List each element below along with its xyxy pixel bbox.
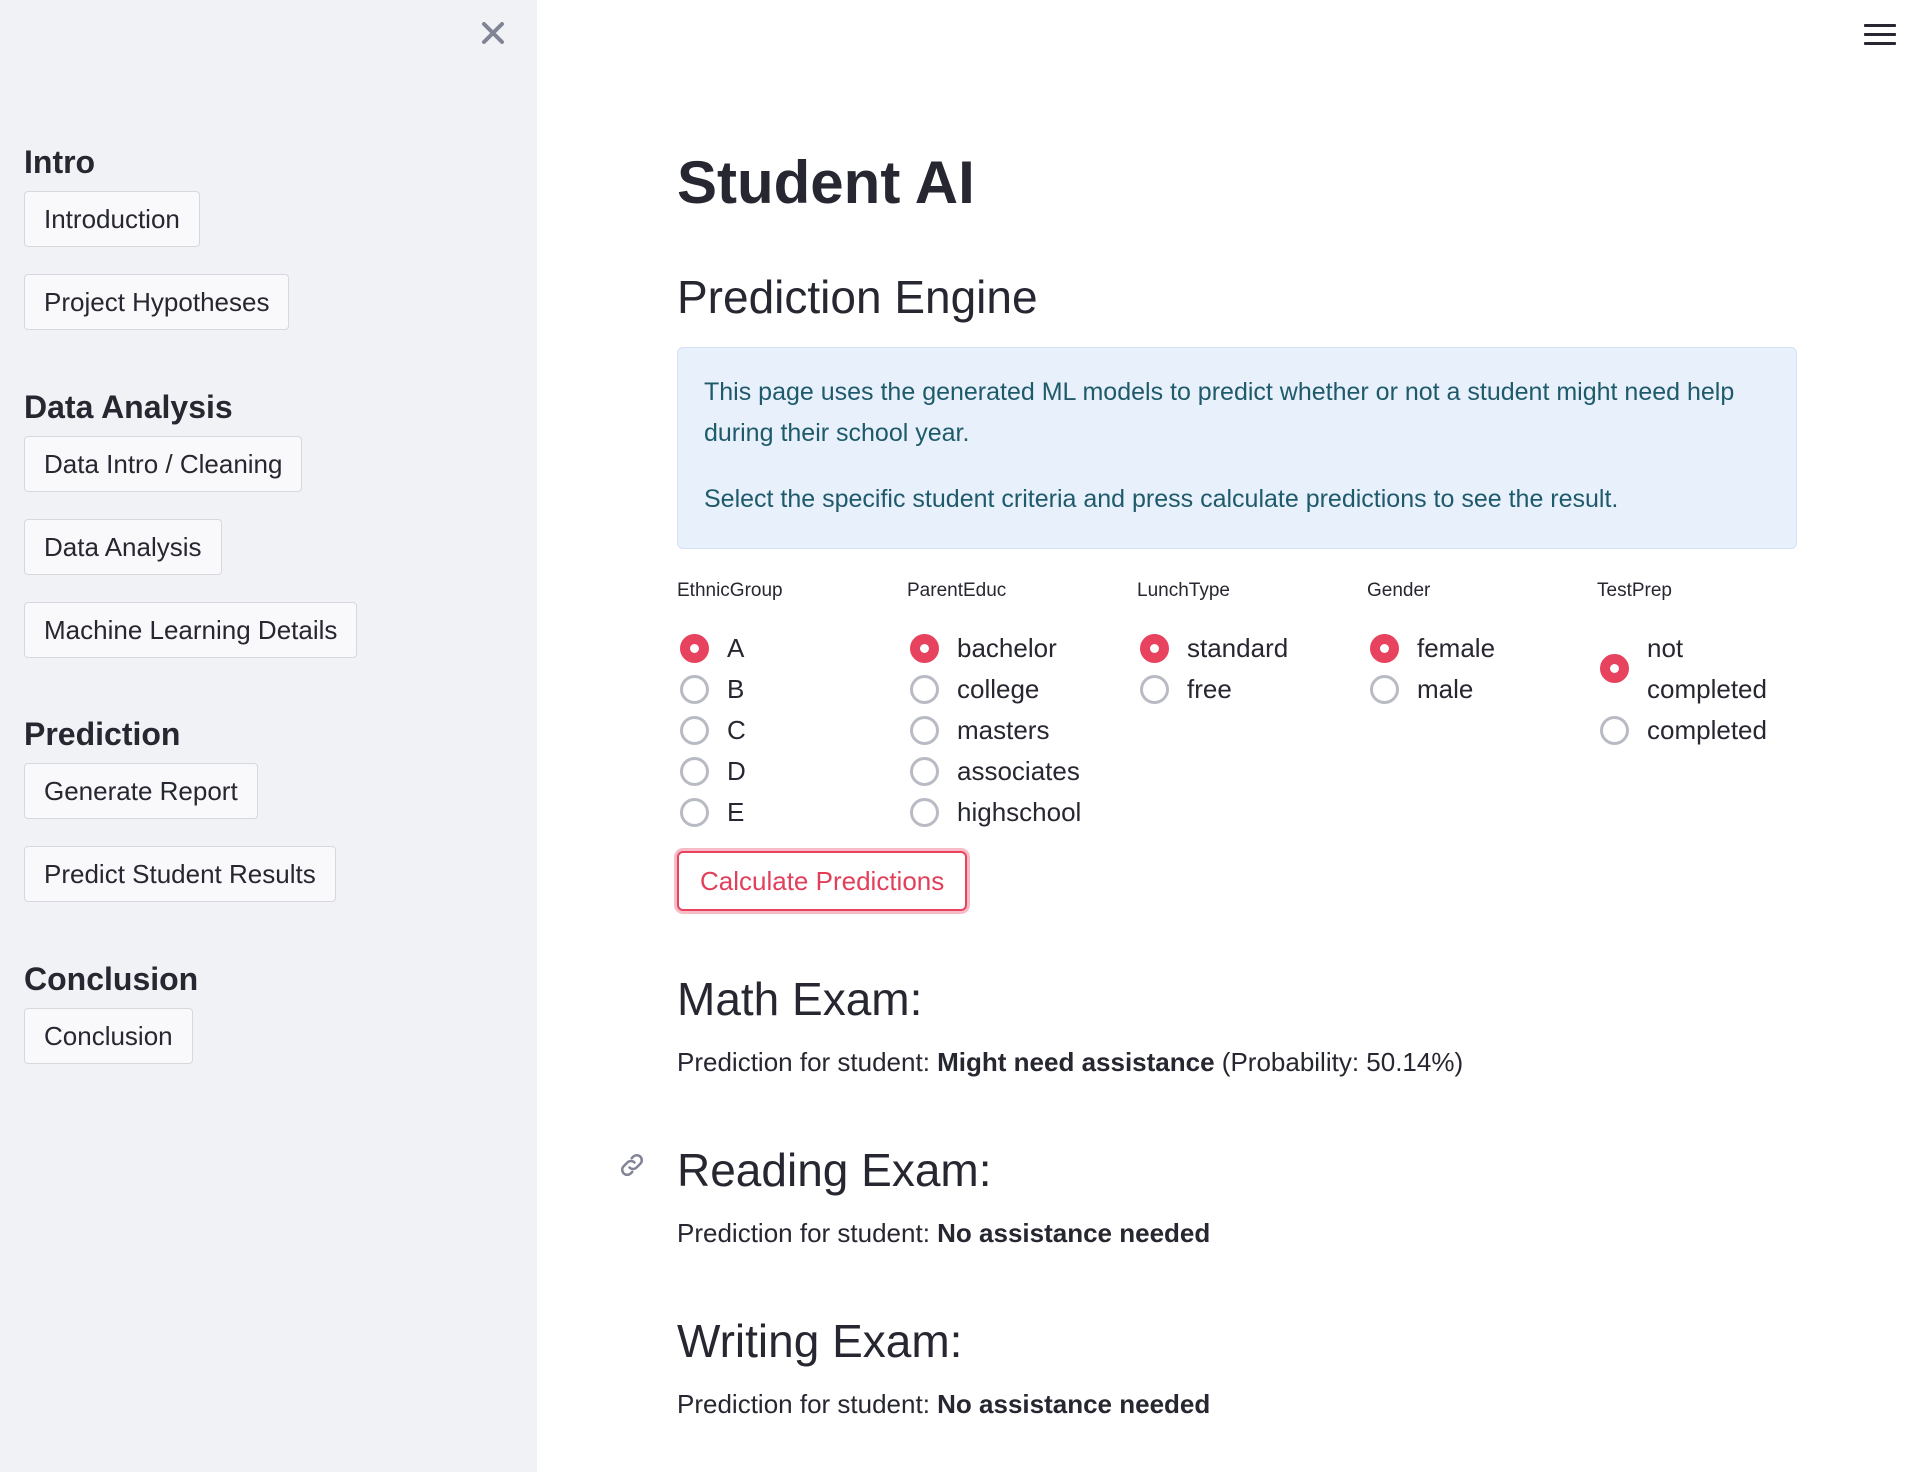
radio-option-label: bachelor	[957, 633, 1057, 663]
radio-option-label: highschool	[957, 797, 1082, 827]
sidebar-item-introduction[interactable]: Introduction	[24, 191, 200, 247]
radio-option-a[interactable]: A	[677, 628, 902, 669]
sidebar-item-predict-student-results[interactable]: Predict Student Results	[24, 846, 336, 902]
page-subtitle: Prediction Engine	[677, 271, 1038, 323]
radio-option-label: not completed	[1647, 633, 1767, 704]
radio-option-label: college	[957, 674, 1040, 704]
radio-option-masters[interactable]: masters	[907, 710, 1132, 751]
prediction-prefix: Prediction for student:	[677, 1218, 938, 1248]
sidebar-heading-data-analysis: Data Analysis	[24, 389, 233, 425]
info-box: This page uses the generated ML models t…	[677, 347, 1797, 549]
radio-checked-icon[interactable]	[910, 634, 939, 663]
prediction-result: No assistance needed	[937, 1389, 1211, 1419]
sidebar-section-intro: Intro Introduction Project Hypotheses	[24, 143, 290, 357]
radio-option-label: E	[727, 797, 745, 827]
radio-option-highschool[interactable]: highschool	[907, 792, 1132, 833]
prediction-prefix: Prediction for student:	[677, 1047, 938, 1077]
hamburger-menu-icon	[1860, 24, 1900, 45]
sidebar-item-data-intro-cleaning[interactable]: Data Intro / Cleaning	[24, 436, 303, 492]
radio-option-standard[interactable]: standard	[1137, 628, 1362, 669]
radio-option-e[interactable]: E	[677, 792, 902, 833]
radio-unchecked-icon[interactable]	[680, 675, 709, 704]
writing-prediction: Prediction for student: No assistance ne…	[677, 1389, 1210, 1420]
info-text-1: This page uses the generated ML models t…	[704, 378, 1735, 447]
radio-option-label: masters	[957, 715, 1050, 745]
writing-exam-heading: Writing Exam:	[677, 1315, 963, 1367]
sidebar-item-machine-learning-details[interactable]: Machine Learning Details	[24, 602, 358, 658]
radio-group-lunchtype: LunchType standard free	[1137, 578, 1362, 710]
radio-option-label: D	[727, 756, 746, 786]
radio-option-label: B	[727, 674, 745, 704]
prediction-probability: (Probability: 50.14%)	[1214, 1047, 1464, 1077]
radio-option-label: female	[1417, 633, 1496, 663]
sidebar-heading-intro: Intro	[24, 144, 96, 180]
calculate-predictions-button[interactable]: Calculate Predictions	[677, 851, 968, 911]
reading-prediction: Prediction for student: No assistance ne…	[677, 1218, 1210, 1249]
radio-option-b[interactable]: B	[677, 669, 902, 710]
radio-group-ethnicgroup: EthnicGroup A B C D E	[677, 578, 902, 833]
radio-option-label: A	[727, 633, 745, 663]
radio-option-label: free	[1187, 674, 1232, 704]
sidebar-heading-prediction: Prediction	[24, 716, 181, 752]
page-title: Student AI	[677, 149, 975, 216]
radio-option-female[interactable]: female	[1367, 628, 1592, 669]
sidebar-item-generate-report[interactable]: Generate Report	[24, 763, 258, 819]
radio-group-gender: Gender female male	[1367, 578, 1592, 710]
radio-unchecked-icon[interactable]	[910, 798, 939, 827]
radio-checked-icon[interactable]	[1600, 654, 1629, 683]
radio-group-label: EthnicGroup	[677, 580, 783, 601]
main-menu-button[interactable]	[1860, 18, 1900, 54]
prediction-result: No assistance needed	[937, 1218, 1211, 1248]
radio-unchecked-icon[interactable]	[910, 757, 939, 786]
radio-option-bachelor[interactable]: bachelor	[907, 628, 1132, 669]
radio-option-completed[interactable]: completed	[1597, 710, 1787, 751]
info-text-2: Select the specific student criteria and…	[704, 485, 1619, 513]
radio-option-label: associates	[957, 756, 1080, 786]
radio-unchecked-icon[interactable]	[910, 716, 939, 745]
radio-unchecked-icon[interactable]	[680, 757, 709, 786]
radio-group-label: TestPrep	[1597, 580, 1672, 601]
radio-option-label: completed	[1647, 715, 1767, 745]
sidebar-section-conclusion: Conclusion Conclusion	[24, 960, 198, 1091]
sidebar-item-data-analysis[interactable]: Data Analysis	[24, 519, 222, 575]
math-prediction: Prediction for student: Might need assis…	[677, 1047, 1463, 1078]
reading-exam-heading: Reading Exam:	[677, 1144, 992, 1196]
sidebar-section-prediction: Prediction Generate Report Predict Stude…	[24, 715, 336, 929]
radio-option-associates[interactable]: associates	[907, 751, 1132, 792]
radio-option-label: male	[1417, 674, 1474, 704]
radio-group-label: LunchType	[1137, 580, 1230, 601]
sidebar-section-data-analysis: Data Analysis Data Intro / Cleaning Data…	[24, 388, 358, 685]
radio-unchecked-icon[interactable]	[910, 675, 939, 704]
radio-unchecked-icon[interactable]	[680, 798, 709, 827]
link-icon[interactable]	[617, 1150, 647, 1180]
sidebar: Intro Introduction Project Hypotheses Da…	[0, 0, 537, 1472]
radio-option-free[interactable]: free	[1137, 669, 1362, 710]
math-exam-heading: Math Exam:	[677, 973, 923, 1025]
radio-option-label: C	[727, 715, 746, 745]
radio-group-label: ParentEduc	[907, 580, 1007, 601]
sidebar-item-conclusion[interactable]: Conclusion	[24, 1008, 193, 1064]
radio-unchecked-icon[interactable]	[1600, 716, 1629, 745]
radio-option-male[interactable]: male	[1367, 669, 1592, 710]
radio-option-c[interactable]: C	[677, 710, 902, 751]
radio-unchecked-icon[interactable]	[680, 716, 709, 745]
radio-group-testprep: TestPrep not completed completed	[1597, 578, 1787, 751]
close-sidebar-button[interactable]	[472, 12, 514, 54]
radio-unchecked-icon[interactable]	[1140, 675, 1169, 704]
radio-checked-icon[interactable]	[1370, 634, 1399, 663]
sidebar-item-project-hypotheses[interactable]: Project Hypotheses	[24, 274, 290, 330]
radio-option-college[interactable]: college	[907, 669, 1132, 710]
prediction-prefix: Prediction for student:	[677, 1389, 938, 1419]
sidebar-heading-conclusion: Conclusion	[24, 961, 199, 997]
close-icon	[482, 22, 504, 44]
radio-option-not-completed[interactable]: not completed	[1597, 628, 1787, 710]
radio-option-label: standard	[1187, 633, 1289, 663]
radio-checked-icon[interactable]	[1140, 634, 1169, 663]
radio-checked-icon[interactable]	[680, 634, 709, 663]
radio-group-label: Gender	[1367, 580, 1431, 601]
prediction-result: Might need assistance	[937, 1047, 1215, 1077]
radio-option-d[interactable]: D	[677, 751, 902, 792]
radio-unchecked-icon[interactable]	[1370, 675, 1399, 704]
radio-group-parenteduc: ParentEduc bachelor college masters asso…	[907, 578, 1132, 833]
